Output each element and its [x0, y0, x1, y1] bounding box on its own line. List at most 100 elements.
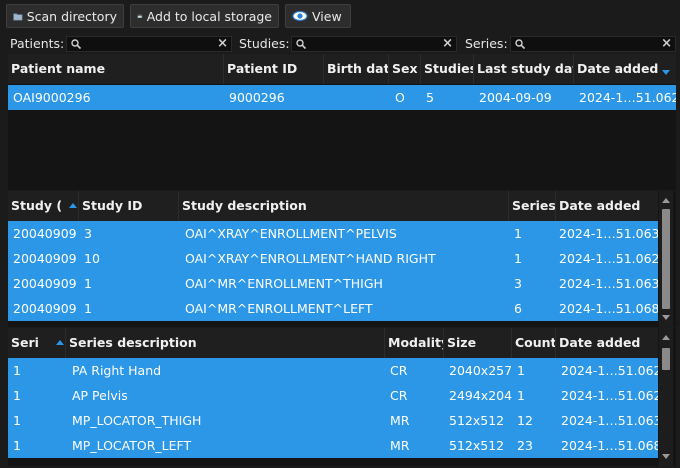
scroll-down-icon[interactable]: [662, 454, 670, 459]
column-header-series-description[interactable]: Series description: [66, 328, 385, 358]
table-row[interactable]: 20040909 10 OAI^XRAY^ENROLLMENT^HAND RIG…: [8, 246, 658, 271]
series-search-input[interactable]: ×: [510, 36, 676, 52]
cell-date-added: 2024-1…51.068: [559, 301, 658, 316]
cell-sex: O: [395, 90, 405, 105]
scroll-up-icon[interactable]: [662, 335, 670, 340]
table-row[interactable]: 1 AP Pelvis CR 2494x2048 1 2024-1…51.062: [8, 383, 658, 408]
storage-icon: [137, 14, 143, 18]
column-header-patient-name[interactable]: Patient name: [8, 54, 224, 84]
column-header-modality[interactable]: Modality: [385, 328, 444, 358]
column-header-date-added[interactable]: Date added: [556, 328, 658, 358]
cell-series-description: PA Right Hand: [72, 363, 162, 378]
column-header-date-added[interactable]: Date added: [556, 191, 658, 221]
cell-size: 2040x2570: [449, 363, 512, 378]
clear-icon[interactable]: ×: [661, 36, 672, 51]
series-filter-label: Series:: [465, 36, 508, 51]
column-header-patient-id[interactable]: Patient ID: [224, 54, 324, 84]
cell-count: 23: [517, 438, 533, 453]
cell-modality: MR: [390, 413, 410, 428]
scrollbar-thumb[interactable]: [662, 348, 670, 370]
sort-ascending-icon: [69, 203, 77, 208]
cell-series-number: 1: [13, 438, 21, 453]
add-to-local-storage-button[interactable]: Add to local storage: [130, 4, 279, 28]
table-row[interactable]: OAI9000296 9000296 O 5 2004-09-09 2024-1…: [8, 85, 676, 110]
patients-filter-label: Patients:: [10, 36, 65, 51]
scroll-down-icon[interactable]: [662, 315, 670, 320]
table-row[interactable]: 1 PA Right Hand CR 2040x2570 1 2024-1…51…: [8, 358, 658, 383]
cell-count: 12: [517, 413, 533, 428]
cell-series-count: 1: [514, 226, 522, 241]
series-table-header: Seri Series description Modality Size Co…: [8, 328, 658, 358]
table-row[interactable]: 1 MP_LOCATOR_LEFT MR 512x512 23 2024-1…5…: [8, 433, 658, 458]
view-button[interactable]: View: [285, 4, 351, 28]
cell-study-date: 20040909: [13, 251, 77, 266]
cell-study-date: 20040909: [13, 301, 77, 316]
studies-table-header: Study ( Study ID Study description Serie…: [8, 191, 658, 221]
cell-study-description: OAI^XRAY^ENROLLMENT^PELVIS: [185, 226, 397, 241]
cell-date-added: 2024-1…51.062: [561, 363, 658, 378]
cell-date-added: 2024-1…51.062: [559, 251, 658, 266]
column-header-date-added[interactable]: Date added: [574, 54, 676, 84]
cell-size: 512x512: [449, 413, 505, 428]
cell-modality: CR: [390, 363, 408, 378]
cell-modality: MR: [390, 438, 410, 453]
series-table[interactable]: Seri Series description Modality Size Co…: [8, 328, 676, 466]
patients-table[interactable]: Patient name Patient ID Birth date Sex S…: [8, 54, 676, 190]
table-row[interactable]: 20040909 1 OAI^MR^ENROLLMENT^THIGH 3 202…: [8, 271, 658, 296]
sort-descending-icon: [662, 70, 670, 75]
clear-icon[interactable]: ×: [442, 36, 453, 51]
studies-table[interactable]: Study ( Study ID Study description Serie…: [8, 191, 676, 327]
studies-filter-label: Studies:: [239, 36, 290, 51]
cell-study-description: OAI^XRAY^ENROLLMENT^HAND RIGHT: [185, 251, 436, 266]
cell-series-description: AP Pelvis: [72, 388, 128, 403]
scan-directory-button[interactable]: Scan directory: [6, 4, 124, 28]
cell-study-id: 3: [84, 226, 92, 241]
cell-series-number: 1: [13, 413, 21, 428]
cell-study-id: 1: [84, 301, 92, 316]
column-header-study-id[interactable]: Study ID: [79, 191, 179, 221]
cell-count: 1: [517, 363, 525, 378]
cell-date-added: 2024-1…51.068: [561, 438, 658, 453]
scroll-up-icon[interactable]: [662, 198, 670, 203]
cell-count: 1: [517, 388, 525, 403]
eye-icon: [292, 10, 308, 22]
cell-study-id: 1: [84, 276, 92, 291]
studies-vertical-scrollbar[interactable]: [659, 191, 673, 327]
cell-study-description: OAI^MR^ENROLLMENT^LEFT: [185, 301, 373, 316]
column-header-last-study-date[interactable]: Last study date: [474, 54, 574, 84]
cell-series-description: MP_LOCATOR_THIGH: [72, 413, 202, 428]
cell-date-added: 2024-1…51.062: [561, 388, 658, 403]
column-header-count[interactable]: Count: [512, 328, 556, 358]
table-row[interactable]: 1 MP_LOCATOR_THIGH MR 512x512 12 2024-1……: [8, 408, 658, 433]
cell-series-count: 6: [514, 301, 522, 316]
cell-size: 512x512: [449, 438, 505, 453]
table-row[interactable]: 20040909 3 OAI^XRAY^ENROLLMENT^PELVIS 1 …: [8, 221, 658, 246]
clear-icon[interactable]: ×: [217, 36, 228, 51]
search-icon: [296, 39, 307, 50]
series-vertical-scrollbar[interactable]: [659, 328, 673, 466]
scrollbar-thumb[interactable]: [662, 209, 670, 309]
cell-series-count: 1: [514, 251, 522, 266]
cell-modality: CR: [390, 388, 408, 403]
folder-icon: [13, 12, 23, 20]
cell-patient-name: OAI9000296: [13, 90, 91, 105]
column-header-study-description[interactable]: Study description: [179, 191, 509, 221]
cell-study-id: 10: [84, 251, 100, 266]
cell-size: 2494x2048: [449, 388, 512, 403]
view-label: View: [312, 8, 342, 24]
column-header-sex[interactable]: Sex: [389, 54, 421, 84]
cell-series-count: 3: [514, 276, 522, 291]
scan-directory-label: Scan directory: [26, 8, 117, 24]
column-header-size[interactable]: Size: [444, 328, 512, 358]
cell-series-number: 1: [13, 388, 21, 403]
cell-date-added: 2024-1…51.063: [559, 226, 658, 241]
cell-date-added: 2024-1…51.062: [579, 90, 676, 105]
table-row[interactable]: 20040909 1 OAI^MR^ENROLLMENT^LEFT 6 2024…: [8, 296, 658, 321]
column-header-birth-date[interactable]: Birth date: [324, 54, 389, 84]
studies-search-input[interactable]: ×: [291, 36, 457, 52]
cell-date-added: 2024-1…51.063: [561, 413, 658, 428]
column-header-studies[interactable]: Studies: [421, 54, 474, 84]
patients-search-input[interactable]: ×: [66, 36, 232, 52]
column-header-series[interactable]: Series: [509, 191, 556, 221]
cell-study-description: OAI^MR^ENROLLMENT^THIGH: [185, 276, 383, 291]
